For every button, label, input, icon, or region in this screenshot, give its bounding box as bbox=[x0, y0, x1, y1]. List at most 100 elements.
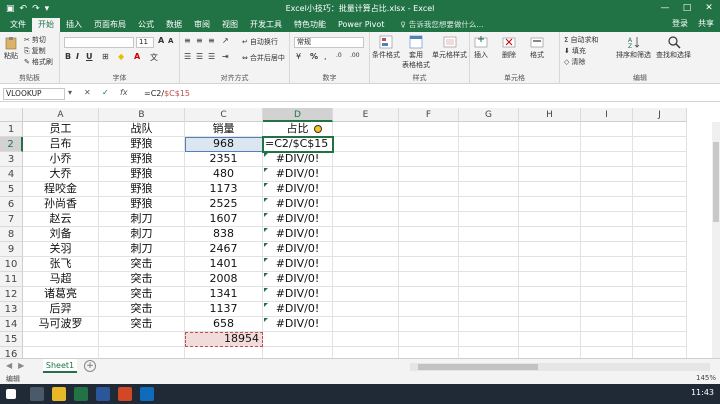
cell-h14[interactable] bbox=[519, 317, 581, 332]
cell-g12[interactable] bbox=[459, 287, 519, 302]
find-select-button[interactable]: 查找和选择 bbox=[656, 35, 691, 60]
cut-button[interactable]: ✂ 剪切 bbox=[24, 35, 46, 45]
cell-g10[interactable] bbox=[459, 257, 519, 272]
align-middle-icon[interactable]: ≡ bbox=[196, 36, 203, 45]
cell-g11[interactable] bbox=[459, 272, 519, 287]
fill-button[interactable]: ⬇ 填充 bbox=[564, 46, 586, 56]
cell-g1[interactable] bbox=[459, 122, 519, 137]
cell-h4[interactable] bbox=[519, 167, 581, 182]
table-header-cell[interactable]: 销量 bbox=[185, 122, 263, 137]
cell-j13[interactable] bbox=[633, 302, 687, 317]
cell-h12[interactable] bbox=[519, 287, 581, 302]
clear-button[interactable]: ◇ 清除 bbox=[564, 57, 585, 67]
cell-j4[interactable] bbox=[633, 167, 687, 182]
row-header-5[interactable]: 5 bbox=[0, 182, 23, 197]
row-header-4[interactable]: 4 bbox=[0, 167, 23, 182]
cell-j14[interactable] bbox=[633, 317, 687, 332]
cell-i3[interactable] bbox=[581, 152, 633, 167]
table-header-cell[interactable]: 占比 bbox=[263, 122, 333, 137]
indent-icon[interactable]: ⇥ bbox=[222, 52, 229, 61]
row-header-7[interactable]: 7 bbox=[0, 212, 23, 227]
table-cell[interactable]: 突击 bbox=[99, 257, 185, 272]
cell-h7[interactable] bbox=[519, 212, 581, 227]
formula-input[interactable]: =C2/$C$15 bbox=[144, 89, 190, 98]
cell-f9[interactable] bbox=[399, 242, 459, 257]
table-cell[interactable]: 2008 bbox=[185, 272, 263, 287]
minimize-button[interactable]: — bbox=[654, 0, 676, 17]
total-cell[interactable]: 18954 bbox=[185, 332, 263, 347]
align-center-icon[interactable]: ☰ bbox=[196, 52, 203, 61]
cell-h3[interactable] bbox=[519, 152, 581, 167]
tab-page-layout[interactable]: 页面布局 bbox=[88, 18, 132, 32]
save-icon[interactable]: ▣ bbox=[6, 4, 15, 14]
column-header-d[interactable]: D bbox=[263, 108, 333, 122]
cell-e8[interactable] bbox=[333, 227, 399, 242]
add-sheet-button[interactable]: + bbox=[84, 360, 96, 372]
cell-j11[interactable] bbox=[633, 272, 687, 287]
column-header-i[interactable]: I bbox=[581, 108, 633, 122]
maximize-button[interactable]: □ bbox=[676, 0, 698, 17]
column-header-b[interactable]: B bbox=[99, 108, 185, 122]
cell-i8[interactable] bbox=[581, 227, 633, 242]
table-cell[interactable]: #DIV/0! bbox=[263, 227, 333, 242]
cell-g2[interactable] bbox=[459, 137, 519, 152]
enter-icon[interactable]: ✓ bbox=[102, 88, 109, 97]
table-cell[interactable]: 突击 bbox=[99, 272, 185, 287]
cell-g9[interactable] bbox=[459, 242, 519, 257]
table-header-cell[interactable]: 员工 bbox=[23, 122, 99, 137]
table-cell[interactable]: 838 bbox=[185, 227, 263, 242]
table-cell[interactable]: #DIV/0! bbox=[263, 302, 333, 317]
cell-h2[interactable] bbox=[519, 137, 581, 152]
next-sheet-icon[interactable]: ▶ bbox=[18, 361, 24, 370]
table-cell[interactable]: 刺刀 bbox=[99, 227, 185, 242]
cell-h10[interactable] bbox=[519, 257, 581, 272]
table-cell[interactable]: 2525 bbox=[185, 197, 263, 212]
shrink-font-button[interactable]: A bbox=[168, 37, 173, 45]
cell-i5[interactable] bbox=[581, 182, 633, 197]
table-cell[interactable]: #DIV/0! bbox=[263, 197, 333, 212]
select-all-corner[interactable] bbox=[0, 108, 23, 122]
cell-f6[interactable] bbox=[399, 197, 459, 212]
cell-g5[interactable] bbox=[459, 182, 519, 197]
table-cell[interactable]: 突击 bbox=[99, 302, 185, 317]
font-name-box[interactable] bbox=[64, 37, 134, 48]
cell-j6[interactable] bbox=[633, 197, 687, 212]
horizontal-scroll-thumb[interactable] bbox=[418, 364, 538, 370]
grow-font-button[interactable]: A bbox=[158, 36, 164, 45]
table-cell[interactable]: 大乔 bbox=[23, 167, 99, 182]
table-cell[interactable]: 1401 bbox=[185, 257, 263, 272]
cell-j15[interactable] bbox=[633, 332, 687, 347]
table-cell[interactable]: 孙尚香 bbox=[23, 197, 99, 212]
column-header-e[interactable]: E bbox=[333, 108, 399, 122]
column-header-j[interactable]: J bbox=[633, 108, 687, 122]
table-cell[interactable]: 程咬金 bbox=[23, 182, 99, 197]
tab-view[interactable]: 视图 bbox=[216, 18, 244, 32]
cell-h8[interactable] bbox=[519, 227, 581, 242]
undo-icon[interactable]: ↶ bbox=[20, 4, 28, 14]
cell-e4[interactable] bbox=[333, 167, 399, 182]
redo-icon[interactable]: ↷ bbox=[32, 4, 40, 14]
cell-e10[interactable] bbox=[333, 257, 399, 272]
align-left-icon[interactable]: ☰ bbox=[184, 52, 191, 61]
cell-j1[interactable] bbox=[633, 122, 687, 137]
cell-e6[interactable] bbox=[333, 197, 399, 212]
tab-home[interactable]: 开始 bbox=[32, 18, 60, 32]
cell-j8[interactable] bbox=[633, 227, 687, 242]
cell-j2[interactable] bbox=[633, 137, 687, 152]
prev-sheet-icon[interactable]: ◀ bbox=[6, 361, 12, 370]
table-cell[interactable]: 关羽 bbox=[23, 242, 99, 257]
cell-f5[interactable] bbox=[399, 182, 459, 197]
active-cell-d2[interactable]: =C2/$C$15 bbox=[262, 136, 334, 153]
cell-j9[interactable] bbox=[633, 242, 687, 257]
cell-e11[interactable] bbox=[333, 272, 399, 287]
cell-e15[interactable] bbox=[333, 332, 399, 347]
row-header-12[interactable]: 12 bbox=[0, 287, 23, 302]
table-cell[interactable]: 刘备 bbox=[23, 227, 99, 242]
table-cell[interactable]: #DIV/0! bbox=[263, 152, 333, 167]
name-box[interactable]: VLOOKUP bbox=[3, 88, 65, 100]
delete-cells-button[interactable]: 删除 bbox=[502, 35, 516, 60]
table-cell[interactable]: 突击 bbox=[99, 287, 185, 302]
increase-decimal-icon[interactable]: .0 bbox=[336, 52, 342, 59]
cell-i2[interactable] bbox=[581, 137, 633, 152]
decrease-decimal-icon[interactable]: .00 bbox=[350, 52, 360, 59]
